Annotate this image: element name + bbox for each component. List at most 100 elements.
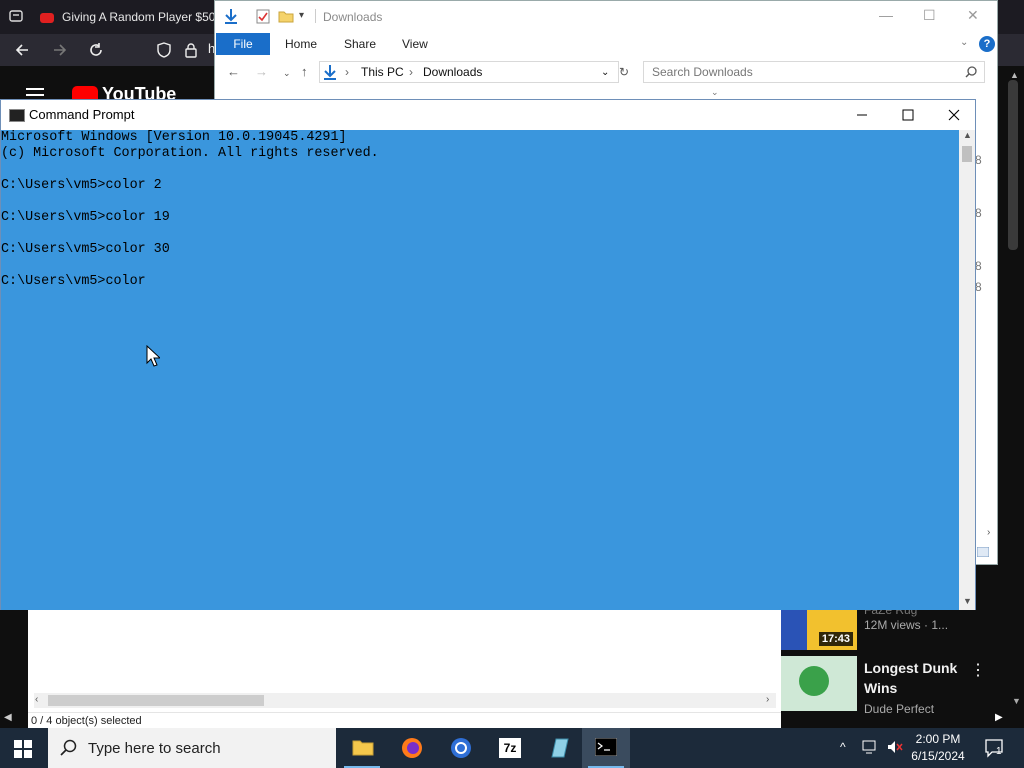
more-options-icon[interactable]: ⋮ — [970, 660, 986, 680]
close-icon[interactable]: ✕ — [967, 7, 979, 24]
close-icon[interactable] — [931, 102, 977, 128]
console-line: C:\Users\vm5>color 2 — [1, 178, 162, 193]
page-scrollbar-thumb[interactable] — [1008, 80, 1018, 250]
scroll-left-arrow-icon[interactable]: ◀ — [4, 712, 12, 723]
video-thumbnail[interactable] — [781, 656, 857, 711]
system-clock[interactable]: 2:00 PM 6/15/2024 — [900, 731, 976, 765]
reload-icon[interactable] — [88, 42, 104, 58]
cmd-app-icon — [9, 109, 25, 122]
file-size-cell: 8 — [975, 153, 982, 167]
shield-icon[interactable] — [156, 42, 172, 58]
console-line: Microsoft Windows [Version 10.0.19045.42… — [1, 130, 347, 145]
lock-icon[interactable] — [184, 42, 198, 58]
notification-count: 1 — [996, 746, 1002, 757]
back-arrow-icon[interactable]: ← — [227, 64, 240, 79]
recent-locations-icon[interactable]: ⌄ — [283, 68, 291, 79]
ribbon-tab-file[interactable]: File — [216, 33, 270, 55]
taskbar-command-prompt[interactable] — [582, 728, 630, 768]
search-icon[interactable] — [965, 66, 977, 78]
taskbar-firefox[interactable] — [388, 728, 436, 768]
scroll-up-arrow-icon[interactable]: ▲ — [963, 130, 972, 140]
download-arrow-icon — [223, 8, 239, 24]
taskbar: Type here to search 7z ^ 2:00 PM 6/15/20… — [0, 728, 1024, 768]
console-line: (c) Microsoft Corporation. All rights re… — [1, 146, 379, 161]
back-arrow-icon[interactable] — [14, 42, 30, 58]
scroll-right-arrow-icon[interactable]: › — [766, 694, 769, 705]
notepad-icon — [548, 737, 570, 759]
network-icon[interactable] — [862, 739, 880, 755]
explorer-status-bar: 0 / 4 object(s) selected — [28, 712, 781, 728]
forward-arrow-icon[interactable]: → — [255, 64, 268, 79]
help-icon[interactable]: ? — [979, 36, 995, 52]
video-views: 12M views · 1... — [864, 618, 949, 632]
terminal-icon — [595, 738, 617, 756]
chrome-icon — [450, 737, 472, 759]
breadcrumb-this-pc[interactable]: This PC — [361, 65, 404, 79]
taskbar-7zip[interactable]: 7z — [486, 728, 534, 768]
scroll-up-arrow-icon[interactable]: ▲ — [1010, 70, 1019, 80]
cmd-title-bar[interactable]: Command Prompt — [1, 100, 975, 130]
ribbon-tab-share[interactable]: Share — [344, 37, 376, 51]
up-arrow-icon[interactable]: ↑ — [301, 64, 308, 79]
scroll-down-arrow-icon[interactable]: ▼ — [963, 596, 972, 606]
mouse-pointer-icon — [146, 345, 160, 367]
maximize-icon[interactable]: ☐ — [923, 7, 936, 24]
scroll-down-arrow-icon[interactable]: ▼ — [1012, 696, 1021, 706]
minimize-icon[interactable] — [839, 102, 885, 128]
clock-date: 6/15/2024 — [911, 749, 965, 763]
youtube-favicon-icon — [40, 12, 54, 23]
scroll-left-arrow-icon[interactable]: ‹ — [35, 694, 38, 705]
quick-access-dropdown-icon[interactable]: ▾ — [299, 10, 304, 21]
search-downloads-input[interactable]: Search Downloads — [643, 61, 985, 83]
minimize-icon[interactable]: — — [879, 7, 893, 23]
titlebar-divider — [315, 9, 316, 23]
scroll-right-arrow-icon[interactable]: › — [987, 527, 990, 538]
details-view-icon[interactable] — [977, 547, 989, 557]
new-folder-icon[interactable] — [278, 8, 294, 24]
console-line: C:\Users\vm5>color — [1, 274, 146, 289]
explorer-scrollbar-thumb[interactable] — [48, 695, 264, 706]
properties-icon[interactable] — [255, 8, 271, 24]
taskbar-search-placeholder: Type here to search — [88, 740, 221, 757]
breadcrumb-separator-icon[interactable]: › — [409, 65, 413, 79]
file-size-cell: 8 — [975, 280, 982, 294]
video-title[interactable]: Longest Dunk Wins — [864, 658, 964, 698]
console-line: C:\Users\vm5>color 19 — [1, 210, 170, 225]
breadcrumb-separator-icon[interactable]: › — [345, 65, 349, 79]
scroll-right-arrow-icon[interactable]: ▶ — [995, 712, 1003, 723]
file-size-cell: 8 — [975, 206, 982, 220]
taskbar-chrome[interactable] — [436, 728, 484, 768]
tab-list-icon[interactable] — [8, 8, 24, 24]
windows-start-icon[interactable] — [14, 740, 32, 758]
cmd-console-area[interactable]: Microsoft Windows [Version 10.0.19045.42… — [1, 130, 959, 610]
browser-tab[interactable]: Giving A Random Player $50, — [30, 4, 220, 30]
explorer-title-bar: ▾ Downloads — ☐ ✕ — [215, 1, 997, 33]
taskbar-search-box[interactable]: Type here to search — [48, 728, 336, 768]
forward-arrow-icon[interactable] — [52, 42, 68, 58]
show-hidden-icons-icon[interactable]: ^ — [840, 740, 846, 754]
sort-chevron-icon[interactable]: ⌄ — [711, 87, 719, 98]
file-size-cell: 8 — [975, 259, 982, 273]
notification-center-icon[interactable]: 1 — [984, 738, 1006, 758]
maximize-icon[interactable] — [885, 102, 931, 128]
browser-tab-title: Giving A Random Player $50, — [62, 10, 219, 24]
video-channel[interactable]: Dude Perfect — [864, 702, 934, 716]
clock-time: 2:00 PM — [915, 732, 961, 746]
refresh-icon[interactable]: ↻ — [619, 65, 629, 79]
console-line: C:\Users\vm5>color 30 — [1, 242, 170, 257]
taskbar-file-explorer[interactable] — [338, 728, 386, 768]
video-thumbnail[interactable]: 17:43 — [781, 608, 857, 650]
explorer-window-title: Downloads — [323, 10, 383, 24]
address-dropdown-icon[interactable]: ⌄ — [601, 67, 609, 78]
cmd-vertical-scrollbar[interactable]: ▲ ▼ — [959, 130, 975, 610]
7zip-icon: 7z — [499, 738, 521, 758]
download-arrow-icon — [323, 64, 337, 80]
expand-ribbon-icon[interactable]: ⌄ — [960, 37, 968, 48]
breadcrumb-downloads[interactable]: Downloads — [423, 65, 482, 79]
taskbar-notepad[interactable] — [534, 728, 582, 768]
firefox-icon — [401, 737, 423, 759]
cmd-scrollbar-thumb[interactable] — [962, 146, 972, 162]
search-icon — [60, 739, 78, 757]
ribbon-tab-view[interactable]: View — [402, 37, 428, 51]
ribbon-tab-home[interactable]: Home — [285, 37, 317, 51]
